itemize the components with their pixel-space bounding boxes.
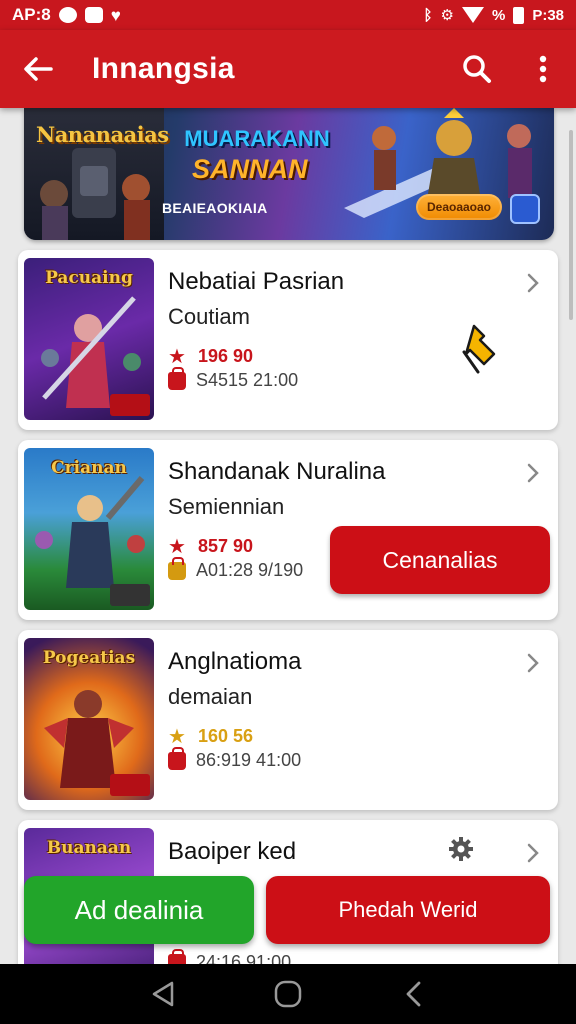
nav-home-icon xyxy=(274,980,302,1008)
meta-value: A01:28 9/190 xyxy=(196,560,304,580)
game-title: Baoiper ked xyxy=(168,838,297,865)
game-list[interactable]: Nananaaias MUARAKANN SANNAN BEAIEAOKIAIA… xyxy=(0,108,576,964)
settings-icon: ⚙ xyxy=(440,7,454,24)
app-bar: Innangsia xyxy=(0,30,576,108)
game-card[interactable]: Crianan Shandanak Nuralina Semiennian ★ … xyxy=(18,440,558,620)
promo-banner[interactable]: Nananaaias MUARAKANN SANNAN BEAIEAOKIAIA… xyxy=(24,108,554,240)
youtube-icon xyxy=(58,7,77,23)
nav-back-button[interactable] xyxy=(133,964,193,1024)
chevron-right-icon[interactable] xyxy=(522,272,544,294)
thumbnail-badge xyxy=(110,394,150,416)
more-vert-icon xyxy=(539,55,547,83)
banner-subtitle: BEAIEAOKIAIA xyxy=(162,200,268,216)
game-meta: A01:28 9/190 xyxy=(168,556,304,581)
game-subtitle: Coutiam xyxy=(168,304,250,329)
nav-recents-button[interactable] xyxy=(383,964,443,1024)
banner-logo: Nananaaias xyxy=(36,122,169,147)
nav-home-button[interactable] xyxy=(258,964,318,1024)
shopping-bag-icon xyxy=(168,556,186,580)
system-nav-bar xyxy=(0,964,576,1024)
game-subtitle: demaian xyxy=(168,684,253,709)
star-icon: ★ xyxy=(168,536,186,558)
thumbnail-title: Buanaan xyxy=(46,838,132,858)
status-bar: AP:8 ♥ ᛒ ⚙ % P:38 xyxy=(0,0,576,30)
mail-icon xyxy=(84,7,103,23)
star-icon: ★ xyxy=(168,346,186,368)
game-rating: ★ 857 90 xyxy=(168,534,253,559)
shopping-bag-icon xyxy=(168,948,186,964)
rating-value: 857 90 xyxy=(197,536,253,556)
game-subtitle: Semiennian xyxy=(168,494,285,519)
rating-value: 196 90 xyxy=(197,346,253,366)
battery-percent: % xyxy=(491,6,506,24)
shopping-bag-icon xyxy=(168,366,186,390)
game-rating: ★ 196 90 xyxy=(168,344,253,369)
chevron-right-icon[interactable] xyxy=(522,652,544,674)
pointer-cursor-icon xyxy=(462,324,496,374)
game-meta: 24:16 91:00 xyxy=(168,948,292,964)
meta-value: 86:919 41:00 xyxy=(196,750,302,770)
more-options-button[interactable] xyxy=(510,30,576,108)
chevron-right-icon[interactable] xyxy=(522,462,544,484)
bluetooth-icon: ᛒ xyxy=(423,6,433,24)
game-thumbnail: Crianan xyxy=(24,448,154,610)
game-thumbnail: Pogeatias xyxy=(24,638,154,800)
add-button[interactable]: Ad dealinia xyxy=(24,876,254,944)
scrollbar[interactable] xyxy=(569,130,573,320)
install-button[interactable]: Cenanalias xyxy=(330,526,550,594)
back-button[interactable] xyxy=(0,30,76,108)
nav-recents-icon xyxy=(406,981,421,1007)
banner-cta-button[interactable]: Deaoaaoao xyxy=(416,194,502,220)
heart-icon: ♥ xyxy=(110,5,121,25)
game-rating: ★ 160 56 xyxy=(168,724,253,749)
game-thumbnail: Pacuaing xyxy=(24,258,154,420)
banner-headline: MUARAKANN xyxy=(184,126,330,151)
banner-headline-main: SANNAN xyxy=(192,154,308,184)
search-icon xyxy=(463,55,491,83)
game-meta: S4515 21:00 xyxy=(168,366,299,391)
game-meta: 86:919 41:00 xyxy=(168,746,302,771)
primary-action-button[interactable]: Phedah Werid xyxy=(266,876,550,944)
game-title: Anglnatioma xyxy=(168,648,302,675)
rating-value: 160 56 xyxy=(197,726,253,746)
meta-value: S4515 21:00 xyxy=(196,370,299,390)
thumbnail-badge xyxy=(110,584,150,606)
chevron-right-icon[interactable] xyxy=(522,842,544,864)
thumbnail-badge xyxy=(110,774,150,796)
star-icon: ★ xyxy=(168,726,186,748)
game-card[interactable]: Pogeatias Anglnatioma demaian ★ 160 56 8… xyxy=(18,630,558,810)
banner-badge-icon xyxy=(510,194,540,224)
wifi-icon xyxy=(461,7,484,23)
gear-icon[interactable] xyxy=(448,836,474,862)
status-time-left: AP:8 xyxy=(12,5,51,24)
shopping-bag-icon xyxy=(168,746,186,770)
back-arrow-icon xyxy=(24,57,53,81)
game-title: Nebatiai Pasrian xyxy=(168,268,345,295)
search-button[interactable] xyxy=(444,30,510,108)
game-title: Shandanak Nuralina xyxy=(168,458,386,485)
meta-value: 24:16 91:00 xyxy=(196,952,292,964)
nav-back-icon xyxy=(152,981,173,1007)
battery-icon xyxy=(513,6,525,24)
status-time-right: P:38 xyxy=(532,6,564,24)
page-title: Innangsia xyxy=(92,52,235,85)
